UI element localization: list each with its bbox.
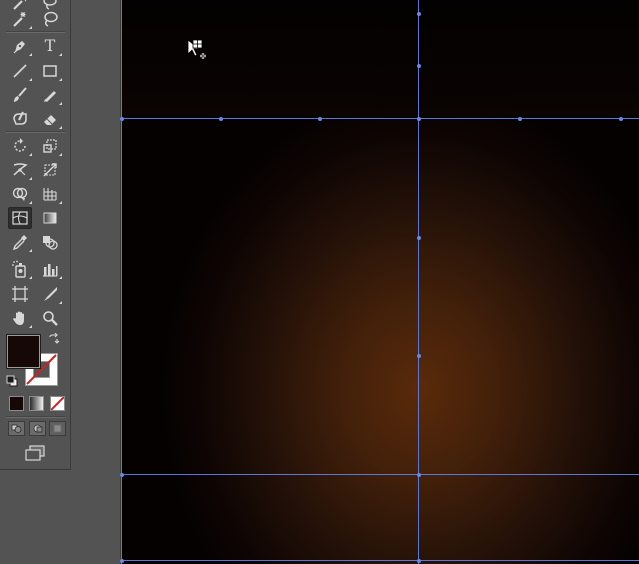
blob-brush-icon[interactable] xyxy=(9,108,31,130)
eraser-icon[interactable] xyxy=(39,108,62,130)
swap-fill-stroke-icon[interactable] xyxy=(47,332,61,346)
pencil-icon[interactable] xyxy=(39,84,62,106)
mesh-anchor[interactable] xyxy=(417,236,421,240)
draw-normal-button[interactable] xyxy=(8,421,25,436)
mesh-anchor[interactable] xyxy=(619,117,623,121)
tools-panel: T xyxy=(0,0,71,470)
mesh-anchor[interactable] xyxy=(318,117,322,121)
none-mode-button[interactable] xyxy=(50,396,65,411)
slice-icon[interactable] xyxy=(39,283,62,305)
mesh-anchor[interactable] xyxy=(518,117,522,121)
mesh-anchor[interactable] xyxy=(417,117,421,121)
line-segment-icon[interactable] xyxy=(9,60,32,82)
fill-swatch[interactable] xyxy=(6,334,41,369)
free-transform-icon[interactable] xyxy=(39,159,61,181)
mesh-anchor[interactable] xyxy=(120,559,124,563)
width-icon[interactable] xyxy=(9,159,32,181)
mesh-anchor[interactable] xyxy=(417,473,421,477)
draw-behind-button[interactable] xyxy=(29,421,46,436)
mesh-line-left-edge[interactable] xyxy=(121,0,122,564)
hand-icon[interactable] xyxy=(9,307,32,329)
gradient-icon[interactable] xyxy=(39,207,61,229)
mesh-cursor-icon xyxy=(186,38,208,66)
perspective-grid-icon[interactable] xyxy=(39,183,62,205)
mesh-line-horizontal-edge[interactable] xyxy=(120,560,639,561)
mesh-line-horizontal-top[interactable] xyxy=(120,118,639,119)
lasso-icon[interactable] xyxy=(39,8,61,30)
shape-builder-icon[interactable] xyxy=(9,183,32,205)
mesh-anchor[interactable] xyxy=(417,354,421,358)
mesh-anchor[interactable] xyxy=(120,473,124,477)
zoom-icon[interactable] xyxy=(39,307,61,329)
rotate-icon[interactable] xyxy=(9,135,32,157)
mesh-line-horizontal-bottom[interactable] xyxy=(120,474,639,475)
type-tool-glyph: T xyxy=(44,36,56,55)
mesh-anchor[interactable] xyxy=(417,559,421,563)
paintbrush-icon[interactable] xyxy=(9,84,31,106)
symbol-sprayer-icon[interactable] xyxy=(9,258,32,280)
rectangle-icon[interactable] xyxy=(39,60,62,82)
mesh-anchor[interactable] xyxy=(219,117,223,121)
mesh-line-vertical[interactable] xyxy=(418,0,419,564)
screen-mode-icon[interactable] xyxy=(22,442,48,464)
gradient-mode-button[interactable] xyxy=(29,396,44,411)
illustrator-workspace: T xyxy=(0,0,639,564)
default-fill-stroke-icon[interactable] xyxy=(5,374,19,388)
mesh-icon[interactable] xyxy=(8,207,32,229)
mesh-anchor[interactable] xyxy=(120,117,124,121)
column-graph-icon[interactable] xyxy=(39,258,62,280)
type-icon[interactable]: T xyxy=(39,35,62,57)
artboard-canvas[interactable] xyxy=(120,0,639,564)
artboard-icon[interactable] xyxy=(9,283,31,305)
mesh-anchor[interactable] xyxy=(417,64,421,68)
draw-inside-button[interactable] xyxy=(49,421,66,436)
color-mode-button[interactable] xyxy=(9,396,24,411)
eyedropper-icon[interactable] xyxy=(9,231,32,253)
scale-icon[interactable] xyxy=(39,135,62,157)
pen-icon[interactable] xyxy=(9,35,32,57)
magic-wand-icon[interactable] xyxy=(9,8,32,30)
mesh-anchor[interactable] xyxy=(417,12,421,16)
blend-icon[interactable] xyxy=(39,231,61,253)
